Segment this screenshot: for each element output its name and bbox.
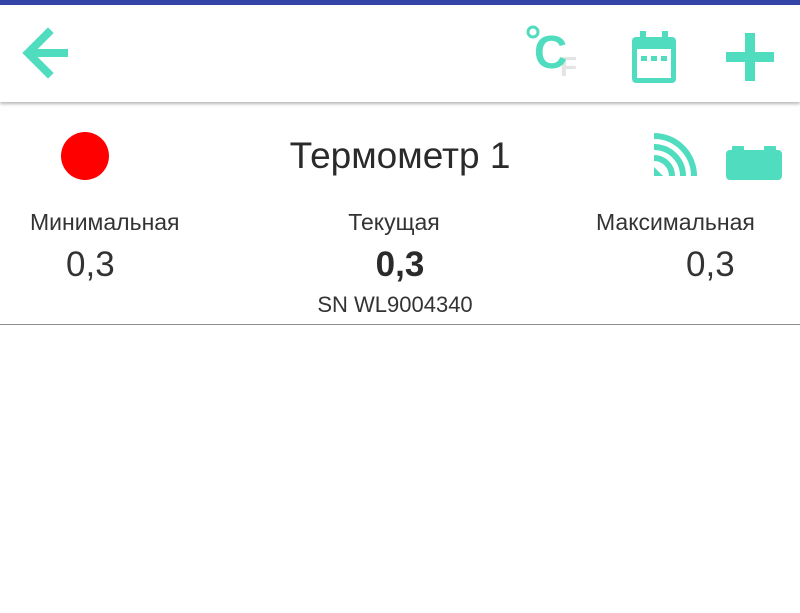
calendar-button[interactable] — [628, 29, 680, 85]
wifi-signal-icon — [653, 133, 697, 177]
arrow-left-icon — [22, 27, 68, 79]
min-temperature-label: Минимальная — [30, 209, 180, 235]
max-temperature-label: Максимальная — [596, 209, 755, 235]
thermometer-card[interactable]: Термометр 1 Минимальная 0,3 Текущая 0,3 … — [0, 102, 800, 325]
serial-number: SN WL9004340 — [200, 292, 590, 318]
battery-full-icon — [726, 146, 782, 180]
serial-prefix: SN — [317, 292, 348, 317]
device-name: Термометр 1 — [289, 135, 511, 176]
temperature-unit-toggle[interactable]: F C — [522, 23, 588, 93]
serial-value: WL9004340 — [354, 292, 473, 317]
current-temperature-value: 0,3 — [375, 245, 425, 284]
plus-icon — [726, 33, 774, 81]
min-temperature-value: 0,3 — [66, 245, 115, 284]
add-button[interactable] — [722, 29, 778, 85]
top-toolbar: F C — [0, 5, 800, 102]
red-dot-icon — [61, 132, 109, 180]
max-temperature-value: 0,3 — [686, 245, 735, 284]
back-button[interactable] — [20, 27, 72, 79]
calendar-icon — [632, 31, 676, 83]
unit-celsius-label: C — [534, 26, 568, 78]
current-temperature-label: Текущая — [348, 209, 440, 235]
